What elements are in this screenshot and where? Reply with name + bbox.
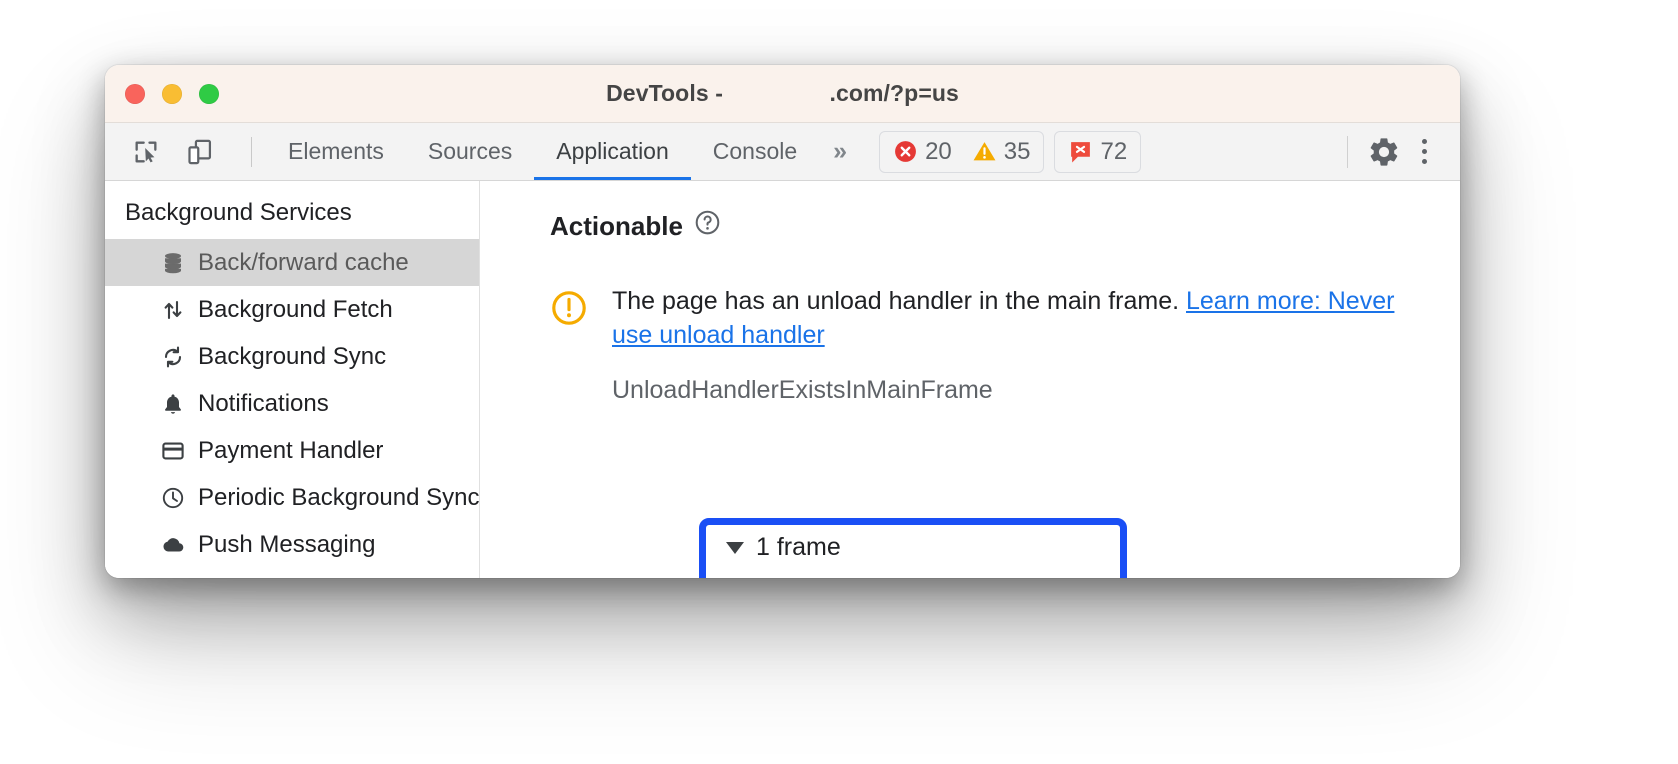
warning-circle-icon [550, 289, 588, 332]
panel-tabs: Elements Sources Application Console » [266, 123, 865, 180]
screenshot-root: DevTools - .com/?p=us Elements Sources A… [0, 0, 1678, 764]
inspect-element-icon [135, 141, 157, 162]
sidebar-item-periodic-background-sync[interactable]: Periodic Background Sync [105, 474, 479, 521]
sidebar-item-label: Background Sync [198, 342, 387, 370]
sidebar-item-background-sync[interactable]: Background Sync [105, 333, 479, 380]
sidebar-item-background-fetch[interactable]: Background Fetch [105, 286, 479, 333]
gear-icon [1370, 137, 1398, 166]
status-counters: 20 35 72 [879, 130, 1142, 173]
console-counter-group[interactable]: 20 35 [879, 130, 1045, 173]
sidebar-item-label: Back/forward cache [198, 248, 409, 276]
database-icon [160, 250, 186, 276]
clock-icon [160, 485, 186, 511]
tab-sources-label: Sources [427, 138, 513, 164]
warning-counter[interactable]: 35 [972, 137, 1031, 166]
sidebar-item-label: Periodic Background Sync [198, 483, 479, 511]
cloud-icon [160, 532, 186, 558]
sidebar-item-label: Payment Handler [198, 436, 384, 464]
sidebar-section-header: Background Services [125, 199, 352, 226]
issues-counter-group[interactable]: 72 [1054, 130, 1142, 173]
page-title: Actionable [550, 210, 683, 241]
toolbar-right-icons [1331, 132, 1460, 172]
sidebar-item-label: Notifications [198, 389, 329, 417]
issues-counter[interactable]: 72 [1068, 138, 1127, 166]
error-circle-icon [895, 141, 916, 162]
application-sidebar: Background Services Back/forward cache B… [105, 181, 480, 578]
window-title-prefix: DevTools - [606, 80, 730, 106]
tab-sources[interactable]: Sources [406, 123, 534, 180]
devtools-toolbar: Elements Sources Application Console » 2… [105, 123, 1460, 181]
device-toolbar-button[interactable] [181, 133, 219, 171]
issue-message-text: The page has an unload handler in the ma… [612, 287, 1186, 315]
tab-elements-label: Elements [288, 138, 384, 164]
window-title-suffix: .com/?p=us [829, 80, 959, 106]
issues-count: 72 [1100, 137, 1128, 165]
frame-url-prefix: https:// [753, 574, 828, 578]
more-tabs-button[interactable]: » [819, 123, 865, 180]
tab-application-label: Application [556, 138, 669, 164]
settings-button[interactable] [1364, 132, 1404, 172]
error-counter[interactable]: 20 [893, 138, 952, 166]
toolbar-right-divider [1347, 135, 1348, 168]
kebab-menu-icon [1407, 139, 1441, 164]
toolbar-divider [251, 136, 252, 167]
credit-card-icon [160, 438, 186, 464]
sidebar-item-label: Background Fetch [198, 295, 393, 323]
frame-url[interactable]: https:// com/?p=us [753, 574, 1120, 578]
frame-count-label: 1 frame [756, 533, 841, 561]
sidebar-item-label: Push Messaging [198, 530, 376, 558]
sidebar-item-payment-handler[interactable]: Payment Handler [105, 427, 479, 474]
triangle-down-icon[interactable] [726, 541, 744, 554]
inspect-element-button[interactable] [127, 133, 165, 171]
tab-application[interactable]: Application [534, 123, 691, 180]
arrows-up-down-icon [160, 297, 186, 323]
section-title-row: Actionable [550, 209, 1460, 243]
sidebar-item-push-messaging[interactable]: Push Messaging [105, 521, 479, 568]
sidebar-item-back-forward-cache[interactable]: Back/forward cache [105, 239, 479, 286]
tab-console-label: Console [712, 138, 798, 164]
error-count: 20 [925, 137, 952, 165]
warning-count: 35 [1003, 137, 1031, 165]
frames-highlight-box: 1 frame https:// com/?p=us [699, 518, 1127, 578]
warning-triangle-icon [973, 142, 996, 161]
toolbar-left-icons [105, 133, 266, 171]
help-circle-icon[interactable] [694, 209, 721, 243]
bell-icon [160, 391, 186, 417]
issue-message: The page has an unload handler in the ma… [612, 285, 1422, 352]
more-options-button[interactable] [1404, 132, 1444, 172]
tab-elements[interactable]: Elements [266, 123, 406, 180]
window-title: DevTools - .com/?p=us [105, 80, 1460, 107]
bfcache-reason-code: UnloadHandlerExistsInMainFrame [612, 376, 993, 404]
window-titlebar: DevTools - .com/?p=us [105, 65, 1460, 123]
devtools-window: DevTools - .com/?p=us Elements Sources A… [105, 65, 1460, 578]
frame-url-suffix: com/?p=us [948, 574, 1071, 578]
issue-row: The page has an unload handler in the ma… [550, 285, 1460, 352]
sidebar-item-notifications[interactable]: Notifications [105, 380, 479, 427]
device-toolbar-icon [188, 139, 212, 164]
tab-console[interactable]: Console [691, 123, 819, 180]
sync-icon [160, 344, 186, 370]
issue-bubble-icon [1071, 142, 1091, 163]
frames-toggle-row[interactable]: 1 frame [726, 533, 1120, 562]
